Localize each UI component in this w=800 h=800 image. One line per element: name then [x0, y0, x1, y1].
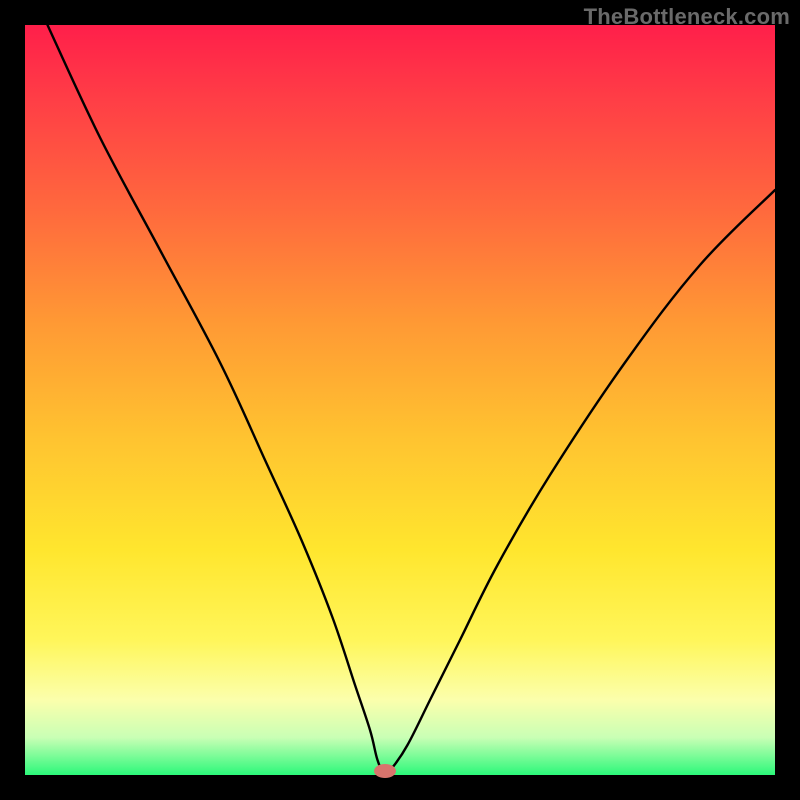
chart-frame: TheBottleneck.com [0, 0, 800, 800]
minimum-marker [374, 764, 396, 778]
plot-area [25, 25, 775, 775]
chart-svg [25, 25, 775, 775]
bottleneck-curve [48, 25, 776, 775]
